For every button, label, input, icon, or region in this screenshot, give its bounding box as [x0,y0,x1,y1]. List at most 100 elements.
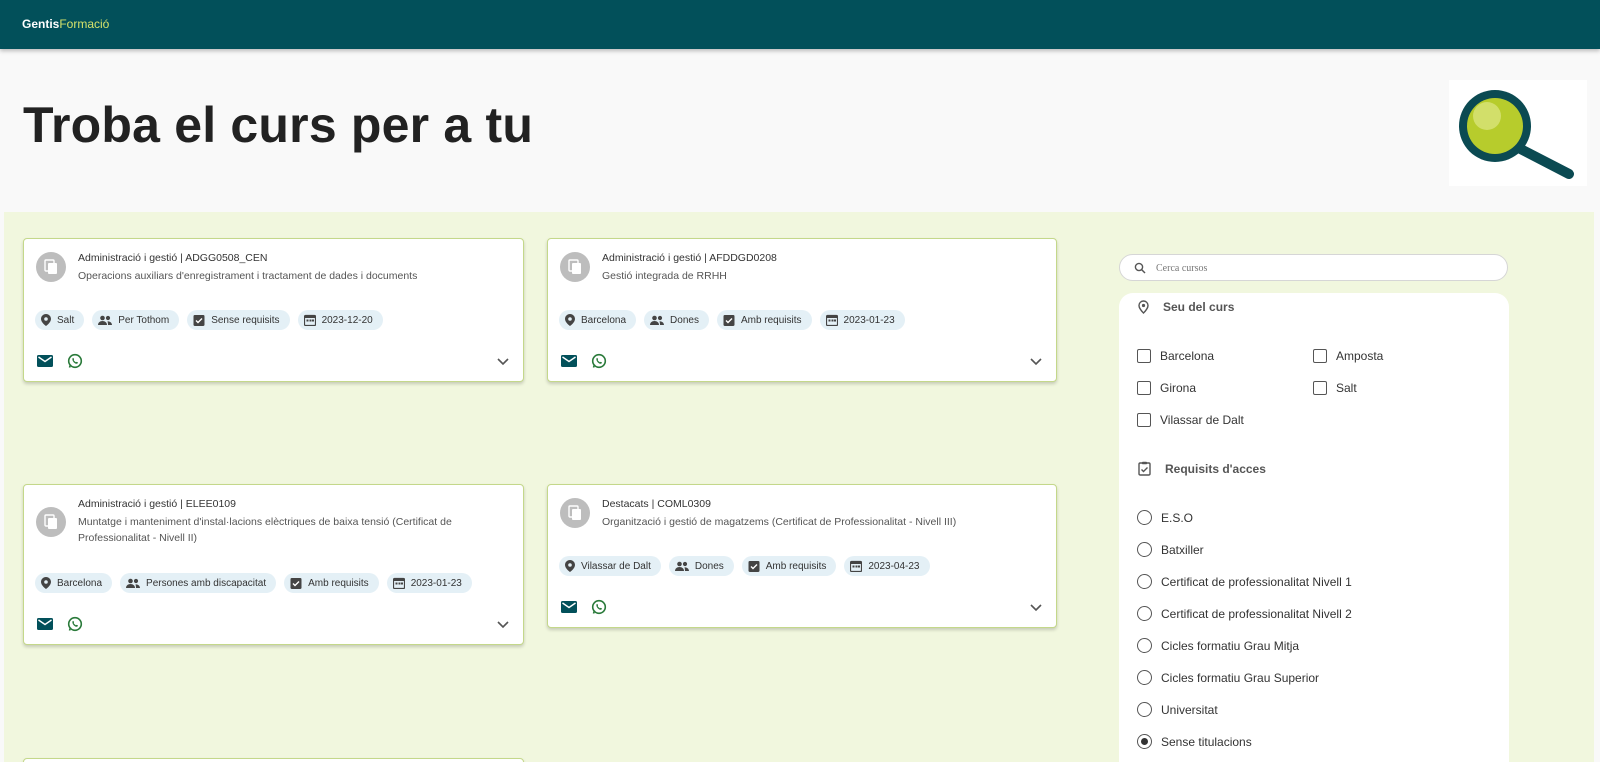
brand-logo[interactable]: GentisFormació [22,17,109,31]
course-meta: Administració i gestió | ELEE0109 [78,498,236,510]
chip-label: Persones amb discapacitat [146,577,267,589]
checklist-icon [290,578,302,589]
people-icon [98,315,113,325]
course-meta: Administració i gestió | ADGG0508_CEN [78,252,268,264]
radio-button[interactable] [1137,606,1152,621]
filter-section-title: Requisits d'acces [1165,461,1266,476]
checkbox-label: Salt [1336,381,1357,395]
course-card[interactable]: Administració i gestió | ADGG0508_CEN Op… [23,238,524,382]
file-copy-icon [560,252,590,282]
checklist-icon [748,561,760,572]
filter-section-location: Seu del curs [1138,300,1234,314]
chip-label: Dones [670,314,699,326]
checkbox-label: Vilassar de Dalt [1160,413,1244,427]
radio-universitat[interactable]: Universitat [1137,702,1218,717]
course-meta: Destacats | COML0309 [602,498,711,510]
radio-label: Certificat de professionalitat Nivell 1 [1161,574,1352,589]
chip-label: 2023-01-23 [843,314,895,326]
radio-label: Sense titulacions [1161,734,1252,749]
chevron-down-icon[interactable] [497,621,509,629]
location-chip: Vilassar de Dalt [559,556,661,576]
clipboard-check-icon [1138,461,1151,476]
radio-label: Cicles formatiu Grau Mitja [1161,638,1300,653]
date-chip: 2023-12-20 [297,310,383,330]
chip-label: Salt [57,314,75,326]
chip-label: Sense requisits [211,314,280,326]
magnifier-illustration [1449,80,1587,186]
chip-label: Dones [694,560,724,572]
search-field[interactable] [1119,254,1508,281]
requirements-chip: Sense requisits [187,310,290,330]
location-chip: Barcelona [35,573,113,593]
checkbox-barcelona[interactable]: Barcelona [1137,349,1214,363]
radio-certificat-nivell-1[interactable]: Certificat de professionalitat Nivell 1 [1137,574,1352,589]
audience-chip: Dones [644,310,709,330]
checkbox-vilassar-de-dalt[interactable]: Vilassar de Dalt [1137,413,1244,427]
location-pin-icon [1138,300,1149,314]
course-card[interactable] [23,758,524,762]
file-copy-icon [36,252,66,282]
whatsapp-icon[interactable] [591,353,607,369]
location-pin-icon [565,560,575,572]
chevron-down-icon[interactable] [497,358,509,366]
chip-label: 2023-12-20 [321,314,373,326]
chevron-down-icon[interactable] [1030,604,1042,612]
chevron-down-icon[interactable] [1030,358,1042,366]
location-chip: Salt [35,310,85,330]
file-copy-icon [560,498,590,528]
checkbox[interactable] [1313,381,1327,395]
location-pin-icon [41,577,51,589]
mail-icon[interactable] [561,601,577,613]
checkbox-salt[interactable]: Salt [1313,381,1357,395]
whatsapp-icon[interactable] [591,599,607,615]
radio-cicles-grau-mitja[interactable]: Cicles formatiu Grau Mitja [1137,638,1299,653]
mail-icon[interactable] [37,618,53,630]
radio-button[interactable] [1137,702,1152,717]
calendar-icon [392,577,405,589]
requirements-chip: Amb requisits [284,573,379,593]
radio-batxiller[interactable]: Batxiller [1137,542,1204,557]
radio-cicles-grau-superior[interactable]: Cicles formatiu Grau Superior [1137,670,1319,685]
checkbox[interactable] [1313,349,1327,363]
checkbox[interactable] [1137,413,1151,427]
chip-label: Amb requisits [765,560,827,572]
search-input[interactable] [1156,259,1456,277]
course-description: Gestió integrada de RRHH [602,270,727,282]
mail-icon[interactable] [37,355,53,367]
checkbox-label: Amposta [1336,349,1384,363]
radio-certificat-nivell-2[interactable]: Certificat de professionalitat Nivell 2 [1137,606,1352,621]
requirements-chip: Amb requisits [716,310,812,330]
radio-label: Batxiller [1161,542,1204,557]
course-card[interactable]: Destacats | COML0309 Organització i gest… [547,484,1057,628]
audience-chip: Persones amb discapacitat [120,573,277,593]
calendar-icon [303,314,316,326]
radio-sense-titulacions[interactable]: Sense titulacions [1137,734,1252,749]
chip-label: Vilassar de Dalt [581,560,651,572]
checkbox-girona[interactable]: Girona [1137,381,1196,395]
location-pin-icon [565,314,575,326]
checklist-icon [723,315,735,326]
filter-panel [1119,293,1509,762]
checkbox-amposta[interactable]: Amposta [1313,349,1383,363]
radio-button[interactable] [1137,542,1152,557]
location-chip: Barcelona [559,310,637,330]
radio-button-selected[interactable] [1137,734,1152,749]
chip-label: Barcelona [57,577,103,589]
whatsapp-icon[interactable] [67,616,83,632]
radio-eso[interactable]: E.S.O [1137,510,1193,525]
brand-name-part2: Formació [59,17,110,31]
calendar-icon [850,560,863,572]
radio-label: Universitat [1161,702,1218,717]
checkbox[interactable] [1137,349,1151,363]
radio-button[interactable] [1137,510,1152,525]
radio-button[interactable] [1137,670,1152,685]
course-card[interactable]: Administració i gestió | AFDDGD0208 Gest… [547,238,1057,382]
chip-label: 2023-04-23 [868,560,920,572]
radio-button[interactable] [1137,638,1152,653]
radio-button[interactable] [1137,574,1152,589]
search-icon [1134,262,1146,274]
whatsapp-icon[interactable] [67,353,83,369]
checkbox[interactable] [1137,381,1151,395]
mail-icon[interactable] [561,355,577,367]
course-card[interactable]: Administració i gestió | ELEE0109 Muntat… [23,484,524,645]
